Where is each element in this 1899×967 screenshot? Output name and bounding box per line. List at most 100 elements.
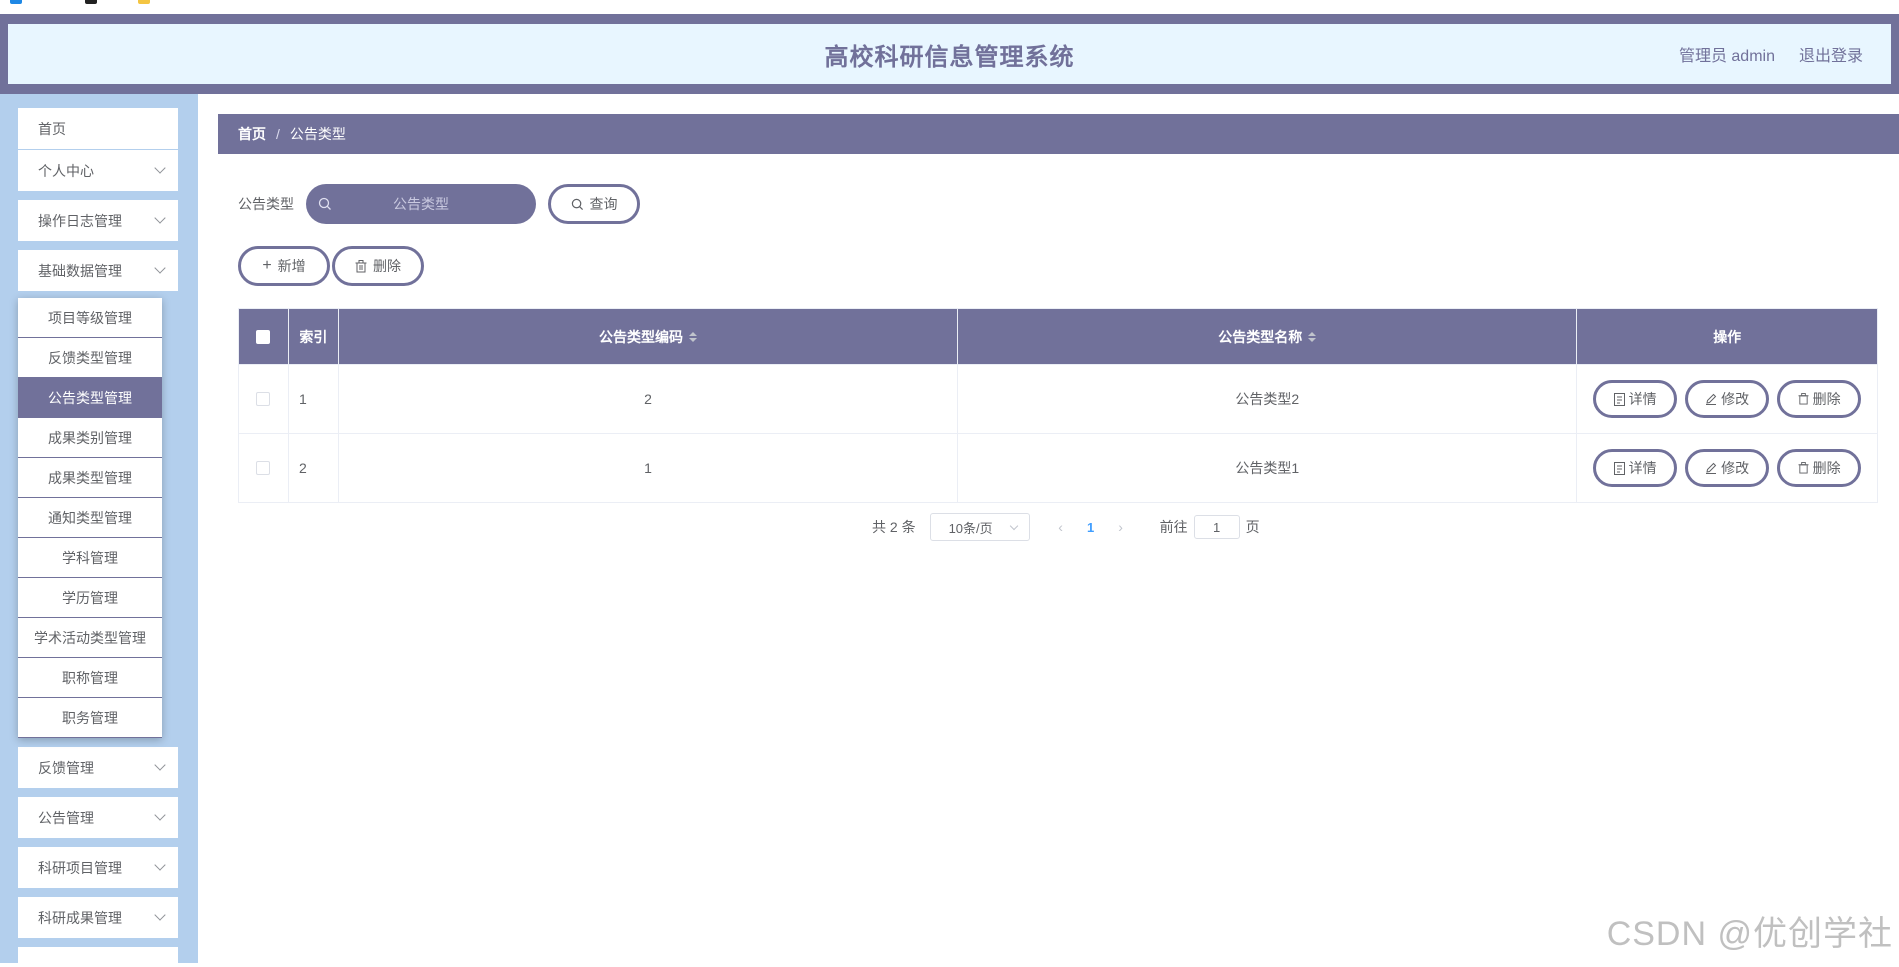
edit-button[interactable]: 修改	[1685, 380, 1770, 418]
search-label: 公告类型	[238, 196, 294, 212]
sort-icon[interactable]	[689, 331, 697, 342]
app-title: 高校科研信息管理系统	[824, 43, 1075, 71]
search-placeholder: 公告类型	[393, 196, 449, 212]
trash-icon	[1798, 393, 1809, 405]
submenu-item[interactable]: 成果类型管理	[18, 458, 162, 498]
table-row: 2 1 公告类型1 详情 修改 删除	[239, 433, 1877, 502]
cell-name: 公告类型2	[958, 364, 1578, 433]
sidebar-item-home[interactable]: 首页	[18, 108, 178, 149]
sidebar-item-label: 公告管理	[38, 809, 94, 826]
sidebar-item-research-project[interactable]: 科研项目管理	[18, 847, 178, 888]
column-header-code-label: 公告类型编码	[599, 328, 683, 345]
edit-button[interactable]: 修改	[1685, 449, 1770, 487]
submenu-item-active[interactable]: 公告类型管理	[18, 378, 162, 418]
goto-label: 前往	[1159, 519, 1188, 535]
sidebar-item-label: 个人中心	[38, 162, 94, 179]
browser-bookmarks-strip	[0, 0, 1899, 14]
bookmark-icon	[10, 0, 22, 4]
add-button[interactable]: + 新增	[238, 246, 330, 286]
breadcrumb-home[interactable]: 首页	[238, 124, 266, 144]
detail-button-label: 详情	[1628, 460, 1657, 476]
detail-button[interactable]: 详情	[1593, 449, 1678, 487]
chevron-down-icon	[154, 212, 166, 224]
logout-button[interactable]: 退出登录	[1799, 42, 1863, 66]
delete-button-label: 删除	[373, 258, 401, 274]
search-input[interactable]: 公告类型	[306, 184, 536, 224]
row-checkbox[interactable]	[256, 461, 271, 475]
page-size-select[interactable]: 10条/页	[929, 513, 1030, 541]
basic-data-submenu: 项目等级管理 反馈类型管理 公告类型管理 成果类别管理 成果类型管理 通知类型管…	[18, 298, 162, 738]
submenu-item[interactable]: 项目等级管理	[18, 298, 162, 338]
submenu-item[interactable]: 职务管理	[18, 698, 162, 738]
cell-ops: 详情 修改 删除	[1577, 433, 1877, 502]
folder-icon	[138, 0, 150, 4]
search-icon	[318, 197, 331, 210]
document-icon	[1613, 392, 1625, 406]
column-header-code[interactable]: 公告类型编码	[338, 309, 959, 364]
sidebar-item-feedback[interactable]: 反馈管理	[18, 747, 178, 788]
prev-page-button[interactable]: ‹	[1046, 519, 1076, 535]
row-select-cell	[239, 433, 289, 502]
cell-index: 2	[288, 433, 339, 502]
sidebar-item-label: 科研成果管理	[38, 909, 122, 926]
watermark: CSDN @优创学社	[1606, 915, 1893, 953]
cell-code: 2	[338, 364, 959, 433]
add-button-label: 新增	[277, 258, 306, 274]
header-user-area: 管理员 admin 退出登录	[1679, 24, 1863, 84]
query-button-label: 查询	[589, 196, 618, 212]
chevron-down-icon	[154, 162, 166, 174]
goto-suffix: 页	[1245, 519, 1260, 535]
current-user: 管理员 admin	[1678, 48, 1775, 65]
row-checkbox[interactable]	[256, 392, 271, 406]
sidebar-item-research-result[interactable]: 科研成果管理	[18, 897, 178, 938]
sort-icon[interactable]	[1308, 331, 1317, 342]
page-number[interactable]: 1	[1076, 520, 1106, 535]
submenu-item[interactable]: 通知类型管理	[18, 498, 162, 538]
detail-button-label: 详情	[1628, 391, 1657, 407]
page-size-value: 10条/页	[948, 520, 993, 536]
next-page-button[interactable]: ›	[1106, 519, 1136, 535]
delete-button[interactable]: 删除	[332, 246, 424, 286]
select-all-cell	[239, 309, 289, 364]
data-table: 索引 公告类型编码 公告类型名称 操作 1 2 公告类型2 详情 修改 删除 2…	[238, 308, 1878, 503]
row-delete-button[interactable]: 删除	[1777, 380, 1862, 418]
trash-icon	[1798, 462, 1809, 474]
breadcrumb-current: 公告类型	[289, 126, 346, 142]
header: 高校科研信息管理系统 管理员 admin 退出登录	[8, 24, 1891, 84]
chevron-down-icon	[154, 859, 166, 871]
goto-page-input[interactable]: 1	[1193, 515, 1240, 539]
sidebar-item-personal-center[interactable]: 个人中心	[18, 150, 178, 191]
sidebar-item-label: 基础数据管理	[38, 262, 122, 279]
submenu-item[interactable]: 学术活动类型管理	[18, 618, 162, 658]
column-header-index: 索引	[288, 309, 339, 364]
sidebar-item-basic-data[interactable]: 基础数据管理	[18, 250, 178, 291]
edit-icon	[1706, 393, 1717, 405]
submenu-item[interactable]: 学历管理	[18, 578, 162, 618]
submenu-item[interactable]: 职称管理	[18, 658, 162, 698]
chevron-down-icon	[154, 262, 166, 274]
bookmark-icon	[85, 0, 97, 4]
submenu-item[interactable]: 学科管理	[18, 538, 162, 578]
detail-button[interactable]: 详情	[1593, 380, 1678, 418]
cell-name: 公告类型1	[958, 433, 1578, 502]
edit-button-label: 修改	[1721, 391, 1750, 407]
sidebar-item-label: 操作日志管理	[38, 212, 122, 229]
sidebar-item-label: 科研项目管理	[38, 859, 122, 876]
query-button[interactable]: 查询	[548, 184, 640, 224]
row-select-cell	[239, 364, 289, 433]
sidebar-item-label: 首页	[38, 120, 66, 137]
sidebar-item-more[interactable]	[18, 947, 178, 967]
search-icon	[571, 198, 583, 210]
row-delete-button-label: 删除	[1812, 391, 1841, 407]
sidebar-item-announcement[interactable]: 公告管理	[18, 797, 178, 838]
submenu-item[interactable]: 成果类别管理	[18, 418, 162, 458]
chevron-down-icon	[154, 909, 166, 921]
column-header-name[interactable]: 公告类型名称	[958, 309, 1578, 364]
select-all-checkbox[interactable]	[256, 329, 271, 344]
row-delete-button[interactable]: 删除	[1777, 449, 1862, 487]
cell-ops: 详情 修改 删除	[1577, 364, 1877, 433]
row-delete-button-label: 删除	[1812, 460, 1841, 476]
sidebar-item-label: 反馈管理	[38, 759, 94, 776]
submenu-item[interactable]: 反馈类型管理	[18, 338, 162, 378]
sidebar-item-operation-log[interactable]: 操作日志管理	[18, 200, 178, 241]
